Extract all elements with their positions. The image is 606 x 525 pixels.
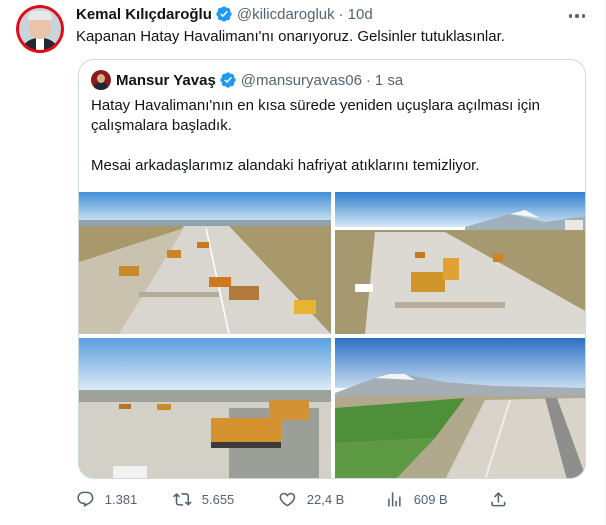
views-count: 609 B: [413, 491, 448, 507]
quote-header: Mansur Yavaş @mansuryavas06 · 1 sa: [91, 70, 403, 90]
media-photo[interactable]: [79, 192, 331, 334]
quoted-tweet[interactable]: Mansur Yavaş @mansuryavas06 · 1 sa Hatay…: [78, 59, 586, 479]
reply-count: 1.381: [104, 491, 138, 507]
tweet-timestamp[interactable]: 10d: [348, 6, 373, 23]
quote-author-avatar[interactable]: [91, 70, 111, 90]
like-icon: [279, 492, 296, 507]
quote-paragraph: Mesai arkadaşlarımız alandaki hafriyat a…: [91, 157, 480, 174]
more-icon[interactable]: [567, 6, 587, 26]
author-handle[interactable]: @kilicdarogluk: [237, 6, 335, 23]
share-icon: [491, 491, 506, 507]
retweet-button[interactable]: 5.655: [173, 489, 234, 509]
author-avatar[interactable]: [16, 5, 64, 53]
action-bar: 1.381 5.655 22,4 B 609 B: [76, 489, 596, 509]
quote-text: Hatay Havalimanı'nın en kısa sürede yeni…: [91, 96, 575, 176]
reply-button[interactable]: 1.381: [76, 489, 137, 509]
quote-author-handle[interactable]: @mansuryavas06: [241, 72, 362, 89]
verified-badge-icon: [216, 6, 232, 22]
views-icon: [388, 491, 401, 507]
tweet[interactable]: Kemal Kılıçdaroğlu @kilicdarogluk · 10d …: [0, 0, 606, 525]
author-name[interactable]: Kemal Kılıçdaroğlu: [76, 6, 212, 23]
media-grid: [79, 192, 585, 478]
separator: ·: [365, 71, 371, 89]
tweet-text: Kapanan Hatay Havalimanı'nı onarıyoruz. …: [76, 28, 505, 45]
tweet-header: Kemal Kılıçdaroğlu @kilicdarogluk · 10d: [76, 4, 373, 24]
media-photo[interactable]: [335, 192, 585, 334]
media-photo[interactable]: [335, 338, 585, 478]
retweet-count: 5.655: [201, 491, 235, 507]
like-count: 22,4 B: [306, 491, 345, 507]
verified-badge-icon: [220, 72, 236, 88]
views-button[interactable]: 609 B: [385, 489, 448, 509]
share-button[interactable]: [489, 489, 508, 509]
quote-author-name[interactable]: Mansur Yavaş: [116, 72, 216, 89]
like-button[interactable]: 22,4 B: [278, 489, 344, 509]
reply-icon: [77, 491, 94, 507]
quote-timestamp[interactable]: 1 sa: [375, 72, 403, 89]
retweet-icon: [173, 492, 192, 506]
quote-paragraph: Hatay Havalimanı'nın en kısa sürede yeni…: [91, 97, 540, 134]
separator: ·: [338, 5, 344, 23]
media-photo[interactable]: [79, 338, 331, 478]
